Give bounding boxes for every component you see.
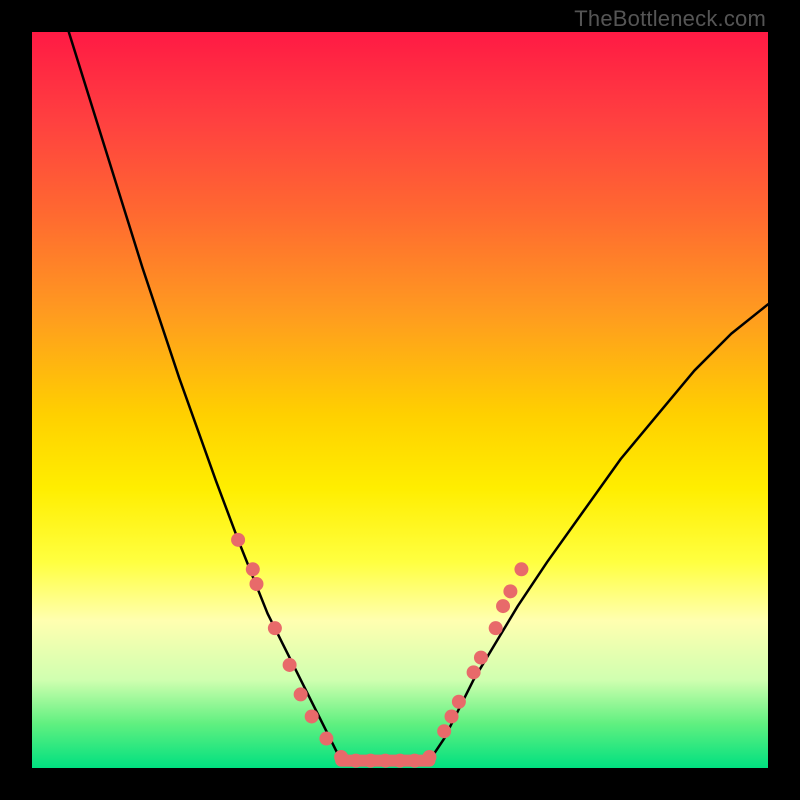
marker-dot <box>514 562 528 576</box>
marker-dot <box>408 754 422 768</box>
marker-dot <box>283 658 297 672</box>
marker-dot <box>452 695 466 709</box>
marker-dot <box>474 651 488 665</box>
chart-container: TheBottleneck.com <box>0 0 800 800</box>
marker-dot <box>467 665 481 679</box>
marker-dot <box>364 754 378 768</box>
plot-background <box>32 32 768 768</box>
marker-dot <box>246 562 260 576</box>
marker-dot <box>249 577 263 591</box>
marker-dot <box>437 724 451 738</box>
marker-dot <box>334 750 348 764</box>
marker-dot <box>319 732 333 746</box>
marker-dot <box>489 621 503 635</box>
chart-svg <box>32 32 768 768</box>
watermark-text: TheBottleneck.com <box>574 6 766 32</box>
bottleneck-curve <box>69 32 768 761</box>
marker-dot <box>445 709 459 723</box>
marker-dot <box>393 754 407 768</box>
marker-dot <box>268 621 282 635</box>
marker-dot <box>496 599 510 613</box>
marker-dot <box>294 687 308 701</box>
marker-dot <box>231 533 245 547</box>
marker-dot <box>378 754 392 768</box>
marker-dot <box>349 754 363 768</box>
marker-dot <box>503 584 517 598</box>
marker-dot <box>422 750 436 764</box>
marker-dot <box>305 709 319 723</box>
